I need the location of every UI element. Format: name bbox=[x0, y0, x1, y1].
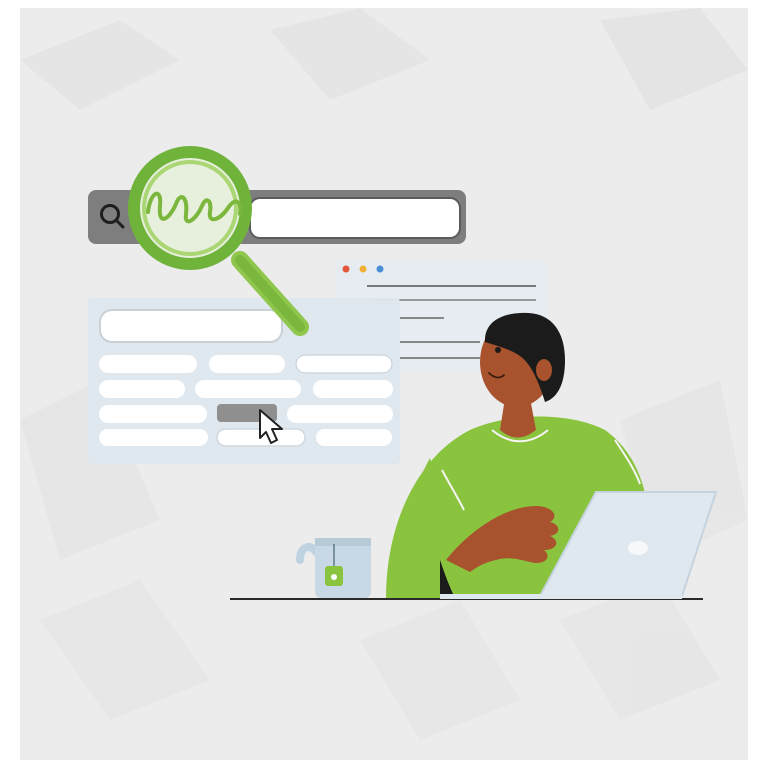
form-panel bbox=[88, 298, 400, 464]
form-field[interactable] bbox=[99, 380, 185, 398]
form-field[interactable] bbox=[313, 380, 393, 398]
illustration-frame bbox=[0, 0, 764, 764]
illustration-svg bbox=[0, 0, 764, 764]
form-field[interactable] bbox=[295, 354, 393, 374]
form-field[interactable] bbox=[99, 429, 208, 446]
form-field[interactable] bbox=[195, 380, 301, 398]
form-field[interactable] bbox=[287, 405, 393, 423]
form-field[interactable] bbox=[209, 355, 285, 373]
form-field[interactable] bbox=[99, 355, 197, 373]
form-field[interactable] bbox=[99, 405, 207, 423]
form-field-long[interactable] bbox=[99, 309, 283, 343]
form-field[interactable] bbox=[316, 429, 392, 446]
